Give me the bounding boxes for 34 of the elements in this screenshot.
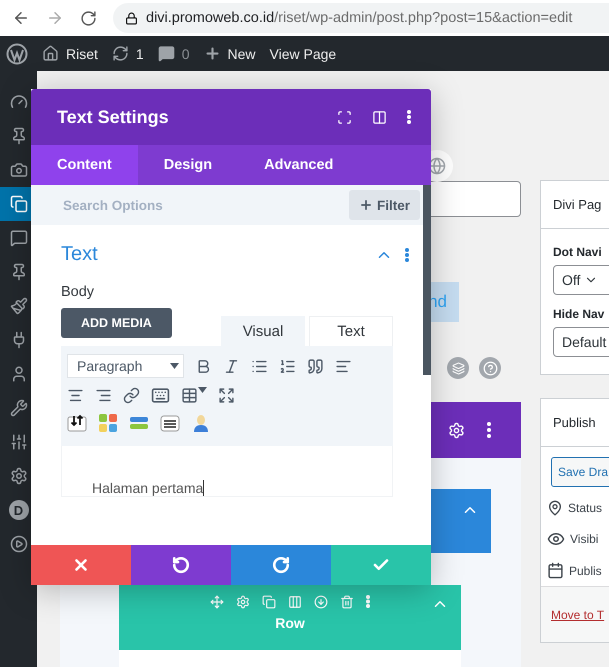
field-label: Dot Navi [553, 245, 603, 259]
settings-tab[interactable]: Design [138, 145, 238, 185]
site-link[interactable]: Riset [42, 45, 98, 62]
updates-link[interactable]: 1 [112, 45, 144, 62]
status-label: Status [568, 501, 602, 515]
body-label: Body [61, 284, 96, 300]
divi-menu-item[interactable]: D [0, 493, 37, 527]
editor-tab[interactable]: Text [309, 316, 393, 346]
format-select[interactable]: Paragraph [67, 354, 184, 378]
modal-title: Text Settings [57, 106, 170, 128]
filter-button[interactable]: Filter [348, 190, 420, 220]
panel-title: Divi Pag [553, 197, 602, 212]
panel-title: Publish [553, 415, 596, 430]
publish-label: Publis [569, 564, 602, 578]
settings-tab[interactable]: Advanced [238, 145, 360, 185]
editor-content[interactable]: Halaman pertama [61, 446, 393, 497]
section-title: Text [61, 243, 99, 266]
row-label: Row [275, 615, 305, 631]
search-field[interactable]: Search Options Filter [31, 185, 423, 225]
url-text: divi.promoweb.co.id/riset/wp-admin/post.php?post=15&action=edit [146, 10, 572, 26]
comments-link[interactable]: 0 [158, 45, 190, 62]
save-draft-button[interactable]: Save Dra [551, 457, 609, 487]
visibility-label: Visibi [570, 532, 598, 546]
dot-nav-select[interactable]: Off [553, 265, 609, 295]
address-bar[interactable]: divi.promoweb.co.id/riset/wp-admin/post.php?post=15&action=edit [113, 3, 609, 33]
new-link[interactable]: New [204, 45, 256, 62]
trash-link[interactable]: Move to T [551, 608, 604, 622]
settings-tab[interactable]: Content [31, 145, 138, 185]
view-page-link[interactable]: View Page [270, 46, 336, 62]
add-media-button[interactable]: ADD MEDIA [61, 308, 172, 338]
field-label: Hide Nav [553, 307, 606, 321]
editor-tab[interactable]: Visual [221, 316, 305, 346]
editor-text: Halaman pertama [92, 480, 204, 496]
hide-nav-select[interactable]: Default [553, 327, 609, 357]
